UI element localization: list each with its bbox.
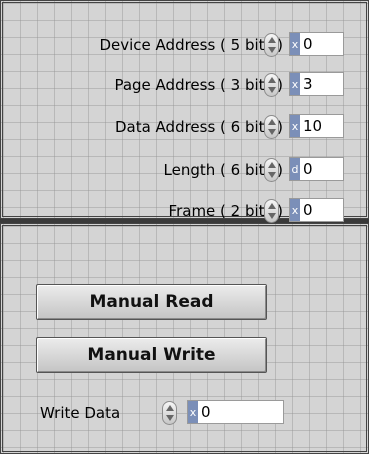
write-data-spinner[interactable] [162, 401, 177, 425]
radix-indicator[interactable]: x [188, 401, 198, 423]
manual-write-button[interactable]: Manual Write [36, 337, 267, 373]
frame-field[interactable]: x 0 [289, 198, 344, 222]
radix-indicator[interactable]: d [290, 158, 300, 180]
write-data-field[interactable]: x 0 [187, 400, 284, 424]
page-address-label: Page Address ( 3 bits ) [114, 76, 283, 94]
radix-indicator[interactable]: x [290, 33, 300, 55]
page-address-value[interactable]: 3 [300, 75, 313, 93]
data-address-label: Data Address ( 6 bits ) [114, 118, 283, 136]
write-data-value[interactable]: 0 [198, 403, 211, 421]
device-address-label: Device Address ( 5 bits ) [99, 36, 283, 54]
frame-value[interactable]: 0 [300, 201, 313, 219]
radix-indicator[interactable]: x [290, 115, 300, 137]
manual-read-button[interactable]: Manual Read [36, 284, 267, 320]
length-value[interactable]: 0 [300, 160, 313, 178]
data-address-field[interactable]: x 10 [289, 114, 344, 138]
radix-indicator[interactable]: x [290, 199, 300, 221]
page-address-field[interactable]: x 3 [289, 72, 344, 96]
length-spinner[interactable] [264, 158, 279, 182]
data-address-value[interactable]: 10 [300, 117, 322, 135]
radix-indicator[interactable]: x [290, 73, 300, 95]
write-data-label: Write Data [40, 404, 121, 422]
device-address-spinner[interactable] [264, 33, 279, 57]
frame-spinner[interactable] [264, 199, 279, 223]
device-address-field[interactable]: x 0 [289, 32, 344, 56]
data-address-spinner[interactable] [264, 115, 279, 139]
device-address-value[interactable]: 0 [300, 35, 313, 53]
length-field[interactable]: d 0 [289, 157, 344, 181]
page-address-spinner[interactable] [264, 73, 279, 97]
